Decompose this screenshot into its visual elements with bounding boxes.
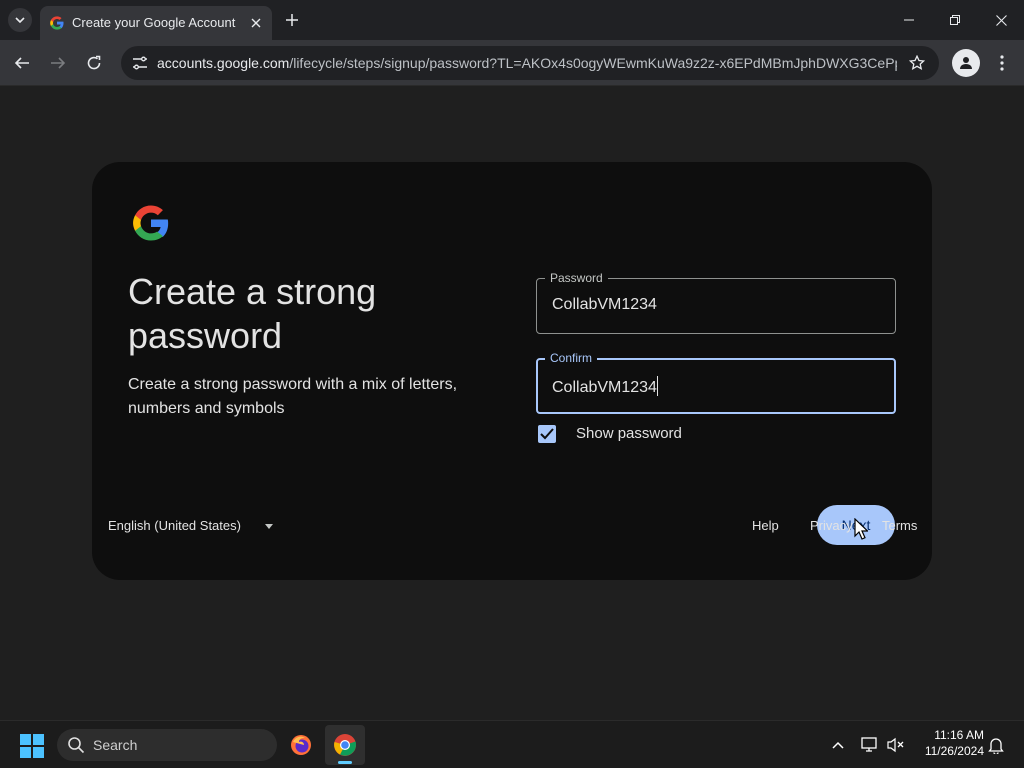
chrome-taskbar-button[interactable]	[325, 725, 365, 765]
browser-tab-strip: Create your Google Account	[0, 0, 1024, 40]
taskbar-search-box[interactable]: Search	[57, 729, 277, 761]
volume-button[interactable]	[886, 735, 906, 755]
privacy-link[interactable]: Privacy	[810, 518, 853, 533]
page-title: Create a strong password	[128, 271, 377, 356]
firefox-icon	[291, 735, 311, 755]
site-info-button[interactable]	[127, 51, 153, 75]
forward-button[interactable]	[46, 51, 70, 75]
dropdown-arrow-icon[interactable]	[264, 522, 274, 530]
speaker-muted-icon	[887, 737, 904, 753]
browser-toolbar: accounts.google.com/lifecycle/steps/sign…	[0, 40, 1024, 86]
password-field-label: Password	[545, 270, 608, 286]
url-domain: accounts.google.com	[157, 55, 290, 71]
more-vertical-icon	[1000, 55, 1004, 71]
arrow-left-icon	[14, 57, 29, 69]
google-logo-icon	[133, 205, 169, 241]
browser-menu-button[interactable]	[992, 51, 1012, 75]
star-icon	[909, 55, 925, 70]
restore-icon	[950, 15, 960, 25]
show-password-label[interactable]: Show password	[576, 425, 682, 442]
password-input[interactable]: CollabVM1234	[552, 296, 872, 314]
taskbar-clock[interactable]: 11:16 AM 11/26/2024	[912, 727, 984, 759]
url-path: /lifecycle/steps/signup/password?TL=AKOx…	[289, 55, 897, 71]
notifications-button[interactable]	[986, 735, 1006, 755]
tab-close-button[interactable]	[246, 13, 266, 33]
taskbar-search-placeholder: Search	[93, 737, 138, 753]
person-icon	[960, 57, 972, 69]
close-window-button[interactable]	[978, 0, 1024, 40]
tab-title: Create your Google Account	[72, 15, 236, 30]
tune-icon	[133, 56, 147, 70]
confirm-password-field[interactable]: Confirm CollabVM1234	[536, 350, 896, 414]
minimize-icon	[904, 19, 914, 21]
close-icon	[995, 14, 1007, 26]
browser-tab-active[interactable]: Create your Google Account	[40, 6, 272, 40]
confirm-password-input[interactable]: CollabVM1234	[552, 376, 872, 397]
text-caret	[656, 376, 658, 396]
page-description: Create a strong password with a mix of l…	[128, 376, 458, 417]
help-link[interactable]: Help	[752, 518, 779, 533]
reload-icon	[87, 55, 101, 70]
address-bar[interactable]: accounts.google.com/lifecycle/steps/sign…	[121, 46, 939, 80]
back-button[interactable]	[10, 51, 34, 75]
checkmark-icon	[540, 428, 554, 440]
language-selector[interactable]: English (United States)	[108, 518, 241, 533]
windows-start-icon[interactable]	[20, 734, 44, 758]
search-icon	[68, 737, 85, 754]
plus-icon	[286, 14, 298, 26]
close-icon	[251, 18, 261, 28]
new-tab-button[interactable]	[280, 8, 304, 32]
network-status-button[interactable]	[860, 735, 880, 755]
taskbar: Search 11:16 AM 11/26/2024	[0, 720, 1024, 768]
terms-link[interactable]: Terms	[882, 518, 917, 533]
chrome-icon	[334, 734, 356, 756]
minimize-button[interactable]	[886, 0, 932, 40]
reload-button[interactable]	[82, 51, 106, 75]
show-password-checkbox[interactable]	[538, 425, 556, 443]
clock-date: 11/26/2024	[924, 744, 984, 758]
page-content: Create a strong password Create a strong…	[0, 87, 1024, 720]
bell-icon	[988, 738, 1004, 754]
google-favicon-icon	[50, 16, 64, 30]
clock-time: 11:16 AM	[934, 728, 984, 742]
profile-button[interactable]	[952, 49, 980, 77]
url-text: accounts.google.com/lifecycle/steps/sign…	[157, 55, 897, 71]
chevron-down-icon	[15, 17, 25, 23]
bookmark-button[interactable]	[907, 53, 927, 73]
active-app-indicator	[338, 761, 352, 764]
confirm-field-label: Confirm	[545, 350, 598, 366]
chevron-up-icon	[832, 741, 844, 749]
password-field[interactable]: Password CollabVM1234	[536, 270, 896, 334]
firefox-taskbar-button[interactable]	[281, 725, 321, 765]
arrow-right-icon	[51, 57, 66, 69]
mouse-cursor-icon	[854, 518, 868, 540]
show-hidden-icons-button[interactable]	[828, 735, 848, 755]
restore-button[interactable]	[932, 0, 978, 40]
network-icon	[861, 737, 877, 752]
confirm-password-value: CollabVM1234	[552, 379, 657, 396]
tab-search-button[interactable]	[8, 8, 32, 32]
